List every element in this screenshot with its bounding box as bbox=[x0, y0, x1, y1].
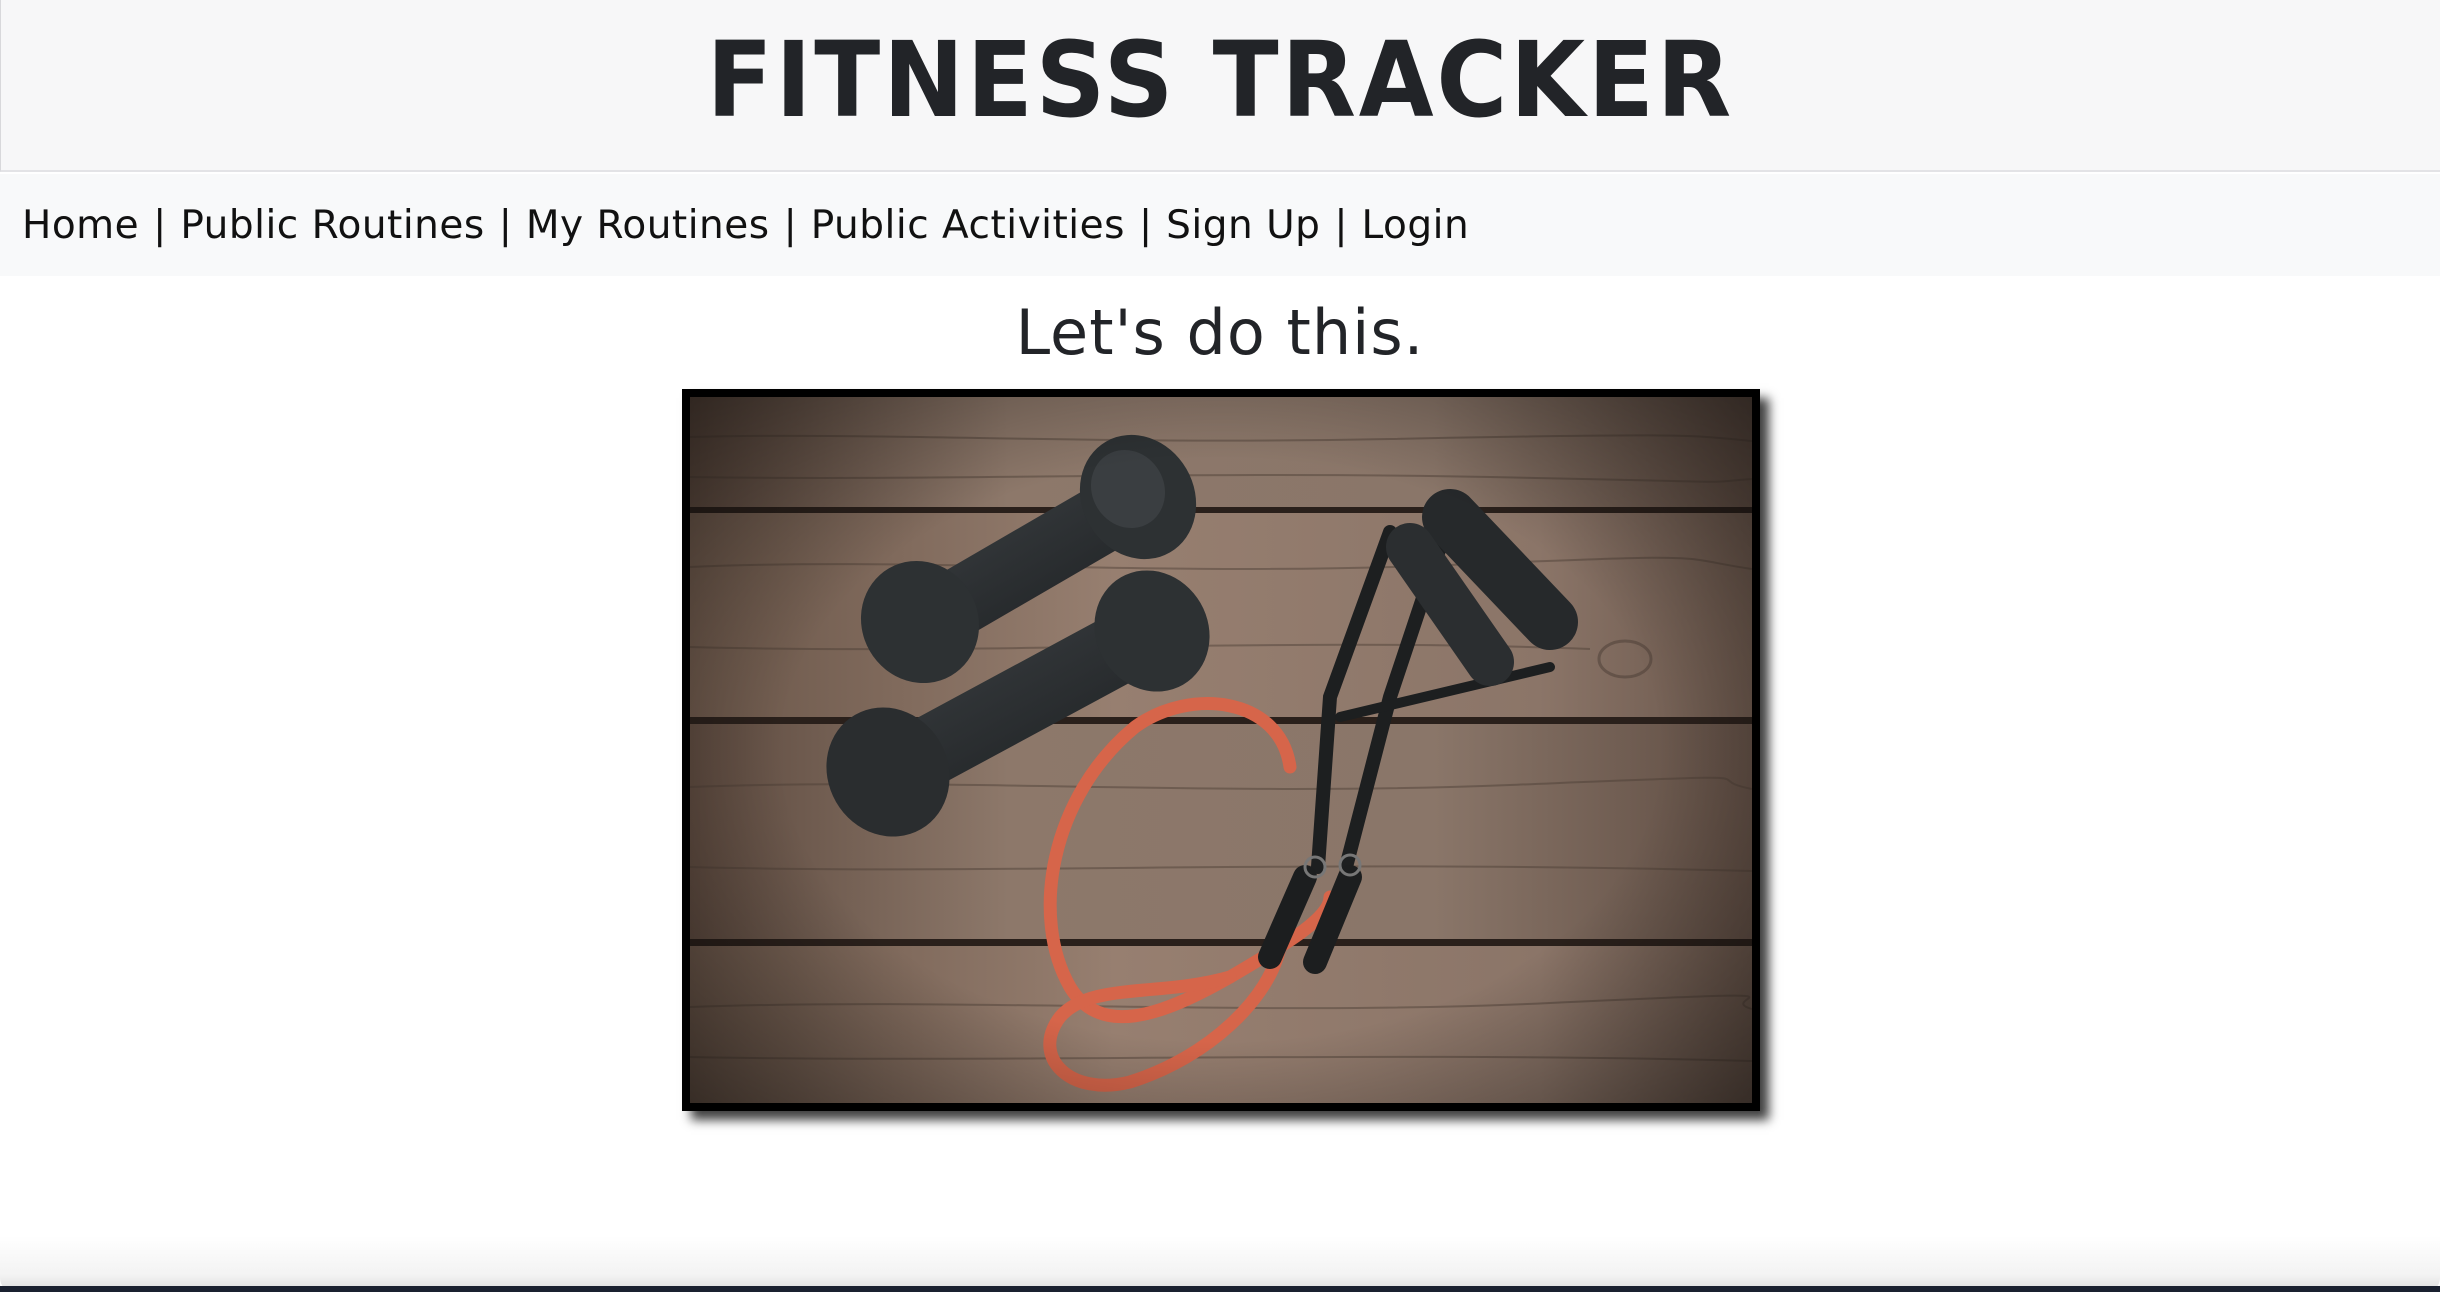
nav-separator: | bbox=[498, 202, 512, 248]
nav-link-sign-up[interactable]: Sign Up bbox=[1166, 203, 1320, 248]
nav-separator: | bbox=[1138, 202, 1153, 248]
footer-fade bbox=[0, 1236, 2440, 1292]
nav-separator: | bbox=[153, 202, 167, 248]
nav-separator: | bbox=[783, 202, 797, 248]
nav-bar: Home | Public Routines | My Routines | P… bbox=[0, 174, 2440, 276]
nav-link-public-activities[interactable]: Public Activities bbox=[811, 203, 1125, 248]
hero-image bbox=[690, 397, 1752, 1103]
page: FITNESS TRACKER Home | Public Routines |… bbox=[0, 0, 2440, 1292]
site-header: FITNESS TRACKER bbox=[0, 0, 2440, 172]
tagline: Let's do this. bbox=[1015, 296, 1425, 369]
site-title: FITNESS TRACKER bbox=[706, 19, 1735, 141]
nav-link-login[interactable]: Login bbox=[1362, 203, 1470, 248]
hero-image-frame bbox=[682, 389, 1760, 1111]
nav-separator: | bbox=[1334, 202, 1348, 248]
nav-link-my-routines[interactable]: My Routines bbox=[526, 203, 770, 248]
window-bottom-edge bbox=[0, 1286, 2440, 1292]
nav-link-home[interactable]: Home bbox=[22, 203, 139, 248]
nav-link-public-routines[interactable]: Public Routines bbox=[180, 203, 484, 248]
